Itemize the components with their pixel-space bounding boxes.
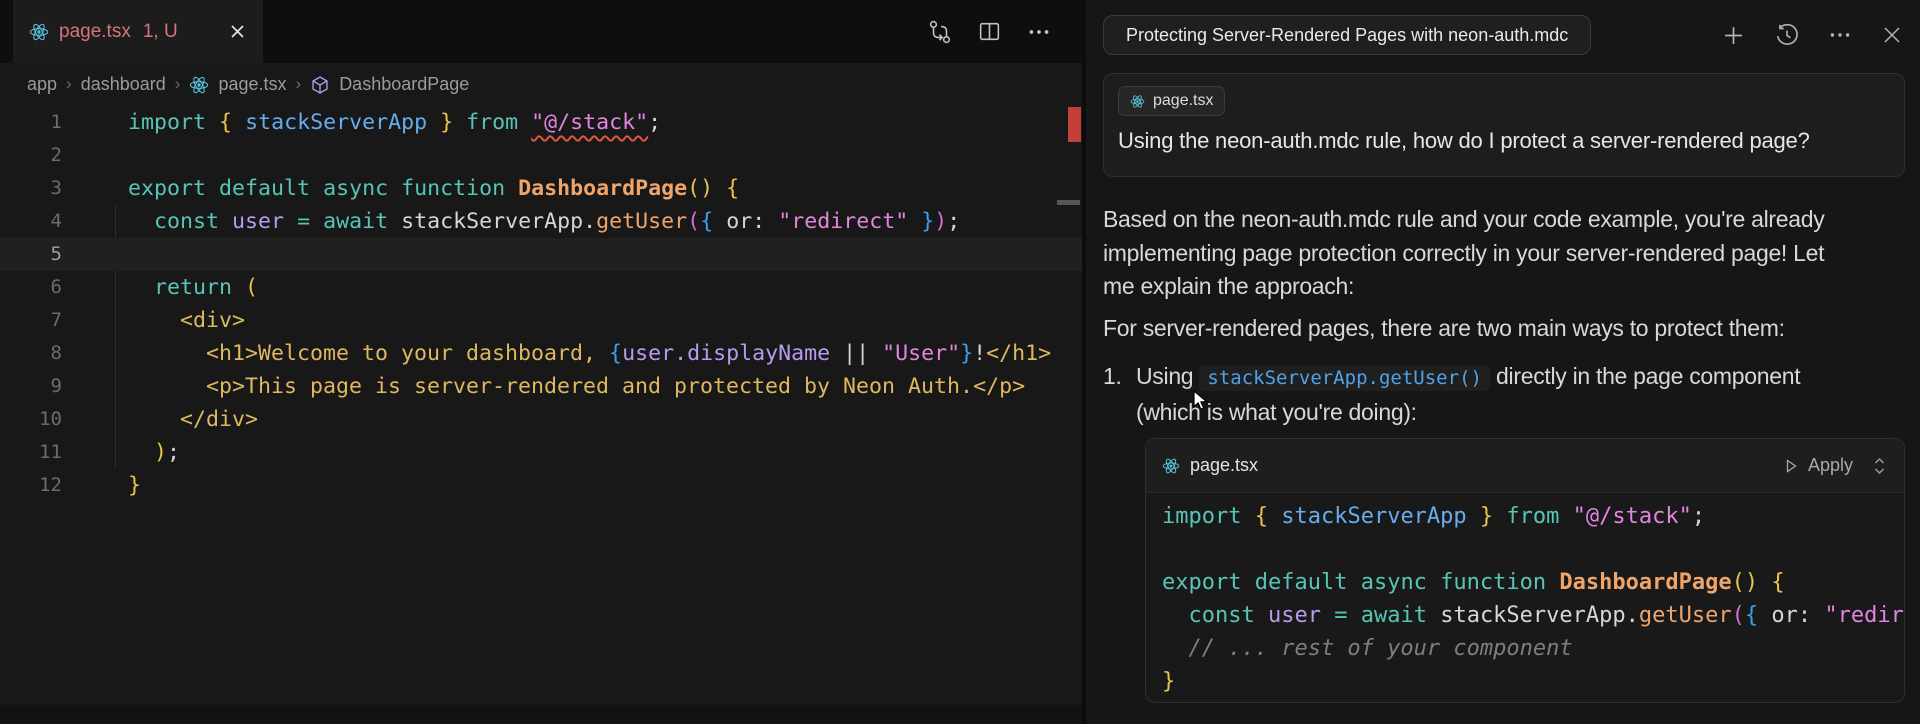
list-number: 1. [1103,360,1136,429]
breadcrumb-symbol[interactable]: DashboardPage [339,74,469,95]
chevron-right-icon: › [175,74,181,94]
line-number: 4 [0,205,62,238]
breadcrumb-app[interactable]: app [27,74,57,95]
symbol-class-icon [310,75,330,95]
overview-ruler-error-marker [1068,107,1081,142]
history-icon[interactable] [1774,22,1800,48]
line-number: 6 [0,271,62,304]
tab-close-icon[interactable] [228,22,247,41]
code-line: 3export default async function Dashboard… [0,172,1082,205]
apply-label: Apply [1808,455,1853,476]
play-icon [1783,458,1799,474]
code-line: 11 ); [0,436,1082,469]
tab-page-tsx[interactable]: page.tsx 1, U [13,0,263,63]
line-number: 9 [0,370,62,403]
line-number: 5 [0,238,62,271]
code-line: 9 <p>This page is server-rendered and pr… [0,370,1082,403]
chat-panel: Protecting Server-Rendered Pages with ne… [1086,0,1920,724]
breadcrumb-dashboard[interactable]: dashboard [81,74,166,95]
overview-ruler-cursor-marker [1057,200,1080,205]
editor-bottom-strip [0,705,1082,724]
code-line: // ... rest of your component [1162,632,1904,665]
line-number: 12 [0,469,62,502]
line-number: 3 [0,172,62,205]
code-line: 7 <div> [0,304,1082,337]
list-body: Using stackServerApp.getUser() directly … [1136,360,1841,429]
react-icon [189,75,209,95]
code-line: 2 [0,139,1082,172]
code-line: 6 return ( [0,271,1082,304]
apply-button[interactable]: Apply [1783,455,1888,476]
close-icon[interactable] [1880,23,1904,47]
code-line: 4 const user = await stackServerApp.getU… [0,205,1082,238]
split-editor-icon[interactable] [977,19,1002,44]
chevron-right-icon: › [66,74,72,94]
user-question: Using the neon-auth.mdc rule, how do I p… [1118,128,1890,154]
code-line: 12} [0,469,1082,502]
code-block-content[interactable]: import { stackServerApp } from "@/stack"… [1146,493,1904,698]
line-number: 8 [0,337,62,370]
more-actions-icon[interactable] [1026,19,1052,45]
inline-code[interactable]: stackServerApp.getUser() [1199,365,1490,391]
code-line: 1import { stackServerApp } from "@/stack… [0,106,1082,139]
file-chip-label: page.tsx [1153,92,1213,110]
line-number: 7 [0,304,62,337]
breadcrumb: app › dashboard › page.tsx › DashboardPa… [0,63,1082,106]
tab-modified-badge: 1, U [143,21,178,43]
react-icon [1130,94,1145,109]
more-icon[interactable] [1827,22,1853,48]
assistant-paragraph: Based on the neon-auth.mdc rule and your… [1103,203,1845,304]
editor-pane: page.tsx 1, U [0,0,1082,724]
react-icon [29,22,49,42]
react-icon [1162,457,1180,475]
new-chat-icon[interactable] [1720,22,1747,49]
chat-title[interactable]: Protecting Server-Rendered Pages with ne… [1103,15,1591,55]
code-line: 10 </div> [0,403,1082,436]
editor-tab-bar: page.tsx 1, U [0,0,1082,63]
line-number: 1 [0,106,62,139]
assistant-paragraph: For server-rendered pages, there are two… [1103,312,1845,346]
code-line: const user = await stackServerApp.getUse… [1162,599,1904,632]
code-line: export default async function DashboardP… [1162,566,1904,599]
chevron-right-icon: › [296,74,302,94]
code-block-filename: page.tsx [1190,455,1258,476]
code-line: } [1162,665,1904,698]
line-number: 2 [0,139,62,172]
code-line: 5 [0,238,1082,271]
user-message: page.tsx Using the neon-auth.mdc rule, h… [1103,73,1905,177]
chat-code-block: page.tsx Apply import { stackServerApp }… [1145,438,1905,703]
chat-header-actions [1720,15,1904,55]
line-number: 11 [0,436,62,469]
tab-label: page.tsx [59,21,131,43]
app-window: page.tsx 1, U [0,0,1920,724]
code-editor[interactable]: 1import { stackServerApp } from "@/stack… [0,106,1082,502]
code-block-header: page.tsx Apply [1146,439,1904,493]
compare-changes-icon[interactable] [927,19,953,45]
line-number: 10 [0,403,62,436]
expand-collapse-icon[interactable] [1871,456,1888,476]
assistant-list-item: 1. Using stackServerApp.getUser() direct… [1103,360,1845,429]
code-line [1162,533,1904,566]
file-chip[interactable]: page.tsx [1118,86,1225,116]
editor-actions [927,0,1052,63]
mouse-cursor [1192,390,1212,417]
code-line: 8 <h1>Welcome to your dashboard, {user.d… [0,337,1082,370]
code-line: import { stackServerApp } from "@/stack"… [1162,500,1904,533]
breadcrumb-file[interactable]: page.tsx [218,74,286,95]
